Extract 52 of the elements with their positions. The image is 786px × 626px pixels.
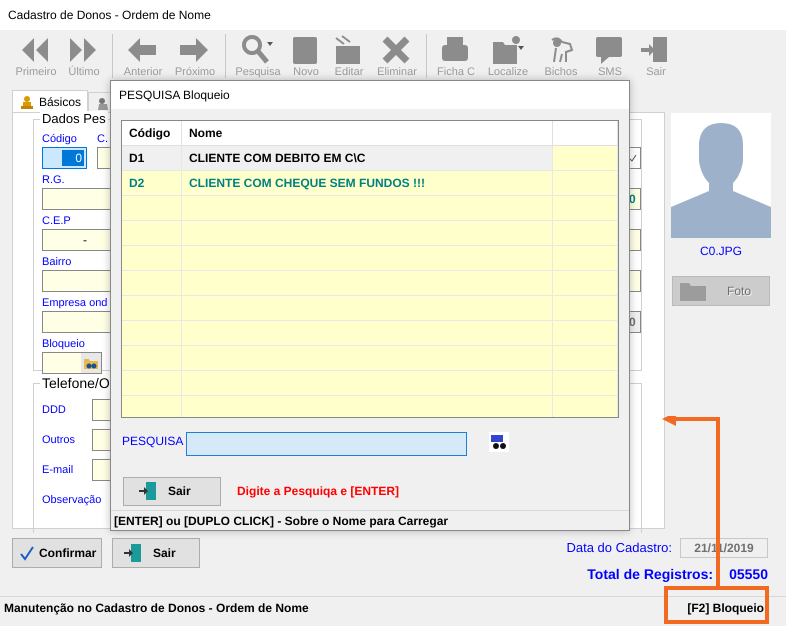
input-field[interactable] — [42, 352, 102, 374]
folder-icon — [679, 280, 707, 302]
search-icon — [241, 34, 275, 66]
field-label: Código — [42, 132, 78, 146]
field-label: Bairro — [42, 255, 72, 269]
photo-caption: C0.JPG — [700, 243, 742, 260]
door-icon — [138, 481, 158, 501]
group-title: Telefone/O — [40, 375, 112, 391]
window-title: Cadastro de Donos - Ordem de Nome — [8, 7, 211, 24]
dialog-title: PESQUISA Bloqueio — [119, 87, 230, 104]
input-field[interactable]: 0 — [42, 146, 87, 168]
exit-button[interactable]: Sair — [123, 476, 221, 506]
field-label: Observação — [42, 493, 102, 507]
lookup-button[interactable] — [81, 352, 101, 372]
person-icon — [19, 94, 35, 110]
search-button[interactable] — [489, 432, 509, 452]
tab[interactable]: Básicos — [12, 90, 88, 112]
folder-icon — [491, 34, 525, 66]
field-label: DDD — [42, 403, 67, 417]
table-cell: CLIENTE COM DEBITO EM C\C — [182, 146, 553, 170]
column-header[interactable]: Nome — [182, 121, 553, 145]
search-field[interactable] — [186, 432, 467, 456]
door-icon — [123, 543, 143, 563]
field-label: R.G. — [42, 173, 66, 187]
field-label: E-mail — [42, 463, 74, 477]
field-label: C.E.P — [42, 214, 72, 228]
confirm-button[interactable]: Confirmar — [12, 538, 102, 568]
table-cell: CLIENTE COM CHEQUE SEM FUNDOS !!! — [182, 171, 553, 195]
binoculars-icon — [490, 434, 508, 450]
input-field[interactable] — [629, 228, 641, 250]
table-cell: D2 — [122, 171, 182, 195]
field-label: C. — [97, 132, 108, 146]
total-label: Total de Registros: — [587, 565, 714, 584]
total-value: 05550 — [729, 565, 768, 584]
field-label: Empresa ond — [42, 296, 108, 310]
exit-button[interactable]: Sair — [112, 538, 200, 568]
input-field[interactable] — [629, 270, 641, 292]
field-label: Bloqueio — [42, 337, 86, 351]
status-text: [ENTER] ou [DUPLO CLICK] - Sobre o Nome para Carregar — [114, 512, 448, 530]
table-cell: D1 — [122, 146, 182, 170]
column-header[interactable]: Código — [122, 121, 182, 145]
input-field[interactable] — [629, 146, 641, 168]
table-row[interactable]: D1 CLIENTE COM DEBITO EM C\C — [122, 146, 618, 171]
field-label: PESQUISA — [122, 433, 184, 450]
field-label: Outros — [42, 433, 76, 447]
table-row[interactable]: D2 CLIENTE COM CHEQUE SEM FUNDOS !!! — [122, 171, 618, 196]
status-hotkey-text: [F2] Bloqueio — [687, 600, 764, 616]
hint-text: Digite a Pesquiqa e [ENTER] — [237, 483, 400, 500]
check-icon — [629, 154, 637, 162]
field-label: Data do Cadastro: — [566, 539, 672, 558]
status-text: Manutenção no Cadastro de Donos - Ordem de Nome — [4, 600, 309, 616]
check-icon — [19, 545, 35, 561]
